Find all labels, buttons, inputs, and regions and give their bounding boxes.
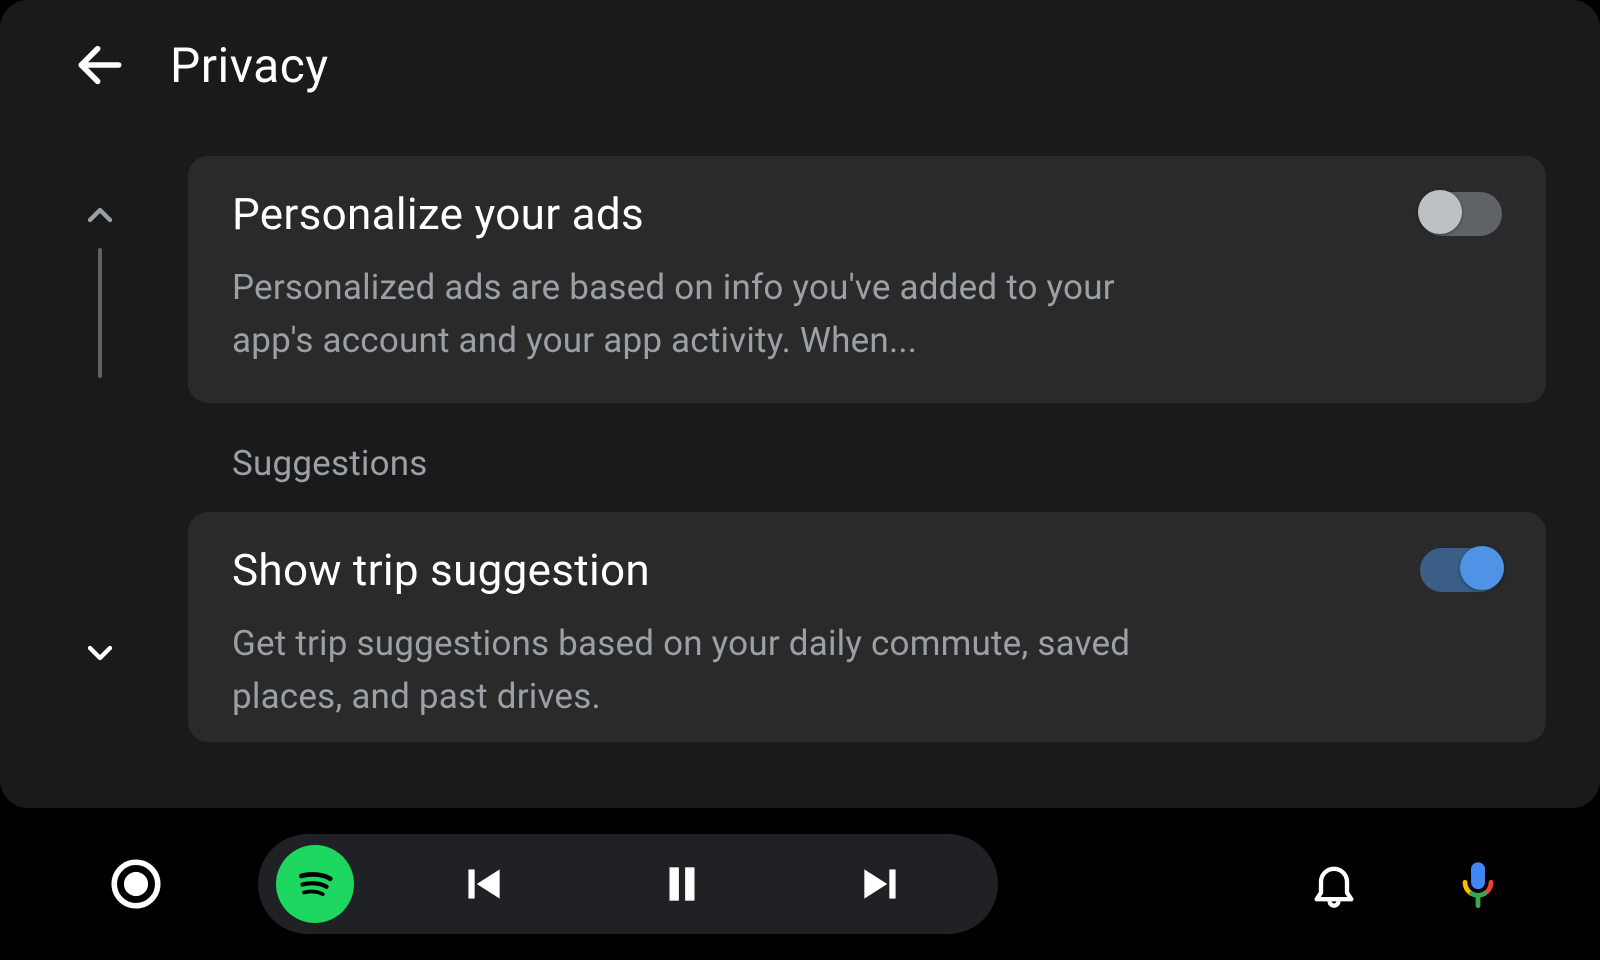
next-track-button[interactable] — [781, 834, 980, 934]
google-mic-icon — [1452, 858, 1504, 910]
setting-trip-suggestion[interactable]: Show trip suggestion Get trip suggestion… — [188, 512, 1546, 742]
pause-button[interactable] — [583, 834, 782, 934]
scroll-track[interactable] — [98, 248, 102, 378]
skip-next-icon — [856, 859, 906, 909]
assistant-button[interactable] — [1446, 852, 1510, 916]
media-control-pill — [258, 834, 998, 934]
notifications-button[interactable] — [1302, 852, 1366, 916]
setting-title: Show trip suggestion — [232, 544, 1502, 596]
skip-previous-icon — [458, 859, 508, 909]
page-title: Privacy — [170, 37, 329, 94]
pause-icon — [657, 859, 707, 909]
setting-personalize-ads[interactable]: Personalize your ads Personalized ads ar… — [188, 156, 1546, 403]
toggle-personalize-ads[interactable] — [1420, 192, 1502, 236]
scroll-rail — [75, 190, 125, 678]
chevron-down-icon — [80, 633, 120, 673]
back-button[interactable] — [70, 35, 130, 95]
section-label-suggestions: Suggestions — [232, 443, 1546, 484]
chevron-up-icon — [80, 195, 120, 235]
bottom-nav-bar — [0, 808, 1600, 960]
spotify-button[interactable] — [276, 845, 354, 923]
bell-icon — [1308, 858, 1360, 910]
scroll-up-button[interactable] — [75, 190, 125, 240]
circle-ring-icon — [107, 855, 165, 913]
arrow-back-icon — [72, 37, 128, 93]
scroll-down-button[interactable] — [75, 628, 125, 678]
setting-description: Get trip suggestions based on your daily… — [232, 618, 1192, 723]
toggle-trip-suggestion[interactable] — [1420, 548, 1502, 592]
toggle-thumb — [1460, 546, 1504, 590]
setting-description: Personalized ads are based on info you'v… — [232, 262, 1192, 367]
toggle-thumb — [1418, 190, 1462, 234]
spotify-icon — [285, 854, 345, 914]
home-button[interactable] — [104, 852, 168, 916]
previous-track-button[interactable] — [384, 834, 583, 934]
setting-title: Personalize your ads — [232, 188, 1502, 240]
